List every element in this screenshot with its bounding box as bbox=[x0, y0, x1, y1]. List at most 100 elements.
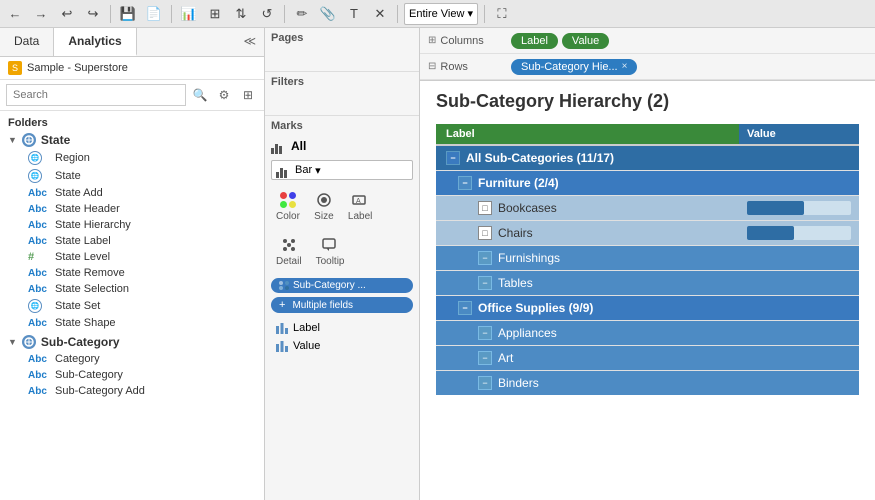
rows-shelf: ⊟ Rows Sub-Category Hie... × bbox=[420, 54, 875, 80]
add-chart-button[interactable]: 📊 bbox=[178, 3, 200, 25]
hier-row-binders[interactable]: − Binders bbox=[436, 371, 859, 395]
new-button[interactable]: 📄 bbox=[143, 3, 165, 25]
group-header-subcategory[interactable]: ▼ Sub-Category bbox=[0, 333, 264, 351]
label-button[interactable]: A Label bbox=[343, 188, 377, 225]
hier-row-bookcases[interactable]: □ Bookcases bbox=[436, 196, 859, 221]
bar-fill-chairs bbox=[747, 226, 794, 240]
right-panel: ⊞ Columns Label Value ⊟ Rows bbox=[420, 28, 875, 500]
undo-button[interactable]: ↩ bbox=[56, 3, 78, 25]
field-subcategory[interactable]: Abc Sub-Category bbox=[0, 367, 264, 383]
field-type-icon-state-add: Abc bbox=[28, 188, 50, 199]
hier-row-tables[interactable]: − Tables bbox=[436, 271, 859, 296]
field-state[interactable]: 🌐 State bbox=[0, 167, 264, 185]
hier-value-all bbox=[739, 146, 859, 170]
hier-toggle-binders[interactable]: − bbox=[478, 376, 492, 390]
size-button[interactable]: Size bbox=[309, 188, 339, 225]
hier-toggle-furnishings[interactable]: − bbox=[478, 251, 492, 265]
hier-row-art[interactable]: − Art bbox=[436, 346, 859, 371]
field-state-selection[interactable]: Abc State Selection bbox=[0, 281, 264, 297]
field-label-state-add: State Add bbox=[55, 187, 103, 199]
tab-analytics[interactable]: Analytics bbox=[54, 28, 136, 56]
field-type-icon-subcategory: Abc bbox=[28, 370, 50, 381]
hier-toggle-appliances[interactable]: − bbox=[478, 326, 492, 340]
marks-type-bar-icon bbox=[276, 162, 292, 178]
field-state-header[interactable]: Abc State Header bbox=[0, 201, 264, 217]
sep5 bbox=[484, 5, 485, 23]
marks-type-dropdown-arrow: ▾ bbox=[315, 164, 321, 177]
paperclip-button[interactable]: 📎 bbox=[317, 3, 339, 25]
view-toggle-button[interactable]: ⊞ bbox=[238, 85, 258, 105]
hier-toggle-chairs[interactable]: □ bbox=[478, 226, 492, 240]
field-type-icon-state-level: # bbox=[28, 251, 50, 263]
marks-pill-multiple[interactable]: + Multiple fields bbox=[271, 297, 413, 313]
hier-row-office[interactable]: − Office Supplies (9/9) bbox=[436, 296, 859, 321]
tab-data[interactable]: Data bbox=[0, 28, 54, 56]
hier-text-binders: Binders bbox=[498, 376, 539, 390]
marks-type-select[interactable]: Bar ▾ bbox=[271, 160, 413, 180]
field-type-icon-state-selection: Abc bbox=[28, 284, 50, 295]
field-state-shape[interactable]: Abc State Shape bbox=[0, 315, 264, 331]
sep3 bbox=[284, 5, 285, 23]
field-subcategory-add[interactable]: Abc Sub-Category Add bbox=[0, 383, 264, 399]
hier-value-chairs bbox=[739, 221, 859, 245]
marks-pill-subcategory-label: Sub-Category ... bbox=[293, 280, 405, 291]
columns-pill-label[interactable]: Label bbox=[511, 33, 558, 49]
field-type-icon-state-shape: Abc bbox=[28, 318, 50, 329]
hier-toggle-furniture[interactable]: − bbox=[458, 176, 472, 190]
detail-icon bbox=[279, 236, 299, 254]
field-region[interactable]: 🌐 Region bbox=[0, 149, 264, 167]
hier-value-tables bbox=[739, 271, 859, 295]
data-source-label: Sample - Superstore bbox=[27, 62, 128, 74]
marks-title: Marks bbox=[271, 120, 413, 132]
back-button[interactable]: ← bbox=[4, 3, 26, 25]
field-state-add[interactable]: Abc State Add bbox=[0, 185, 264, 201]
field-category[interactable]: Abc Category bbox=[0, 351, 264, 367]
table-button[interactable]: ⊞ bbox=[204, 3, 226, 25]
pen-button[interactable]: ✏ bbox=[291, 3, 313, 25]
marks-field-label[interactable]: Label bbox=[271, 319, 413, 337]
search-input[interactable] bbox=[6, 84, 186, 106]
hier-row-appliances[interactable]: − Appliances bbox=[436, 321, 859, 346]
field-state-remove[interactable]: Abc State Remove bbox=[0, 265, 264, 281]
marks-field-value[interactable]: Value bbox=[271, 337, 413, 355]
rows-pill-hierarchy[interactable]: Sub-Category Hie... × bbox=[511, 59, 637, 75]
field-state-hierarchy[interactable]: Abc State Hierarchy bbox=[0, 217, 264, 233]
clear-button[interactable]: ✕ bbox=[369, 3, 391, 25]
sort-asc-button[interactable]: ⇅ bbox=[230, 3, 252, 25]
rows-pill-x[interactable]: × bbox=[622, 61, 628, 72]
hier-row-furnishings[interactable]: − Furnishings bbox=[436, 246, 859, 271]
color-button[interactable]: Color bbox=[271, 188, 305, 225]
hier-toggle-all[interactable]: − bbox=[446, 151, 460, 165]
view-dropdown[interactable]: Entire View ▾ bbox=[404, 3, 478, 25]
panel-collapse-button[interactable]: ≪ bbox=[235, 28, 264, 56]
save-button[interactable]: 💾 bbox=[117, 3, 139, 25]
hier-row-all[interactable]: − All Sub-Categories (11/17) bbox=[436, 146, 859, 171]
field-state-level[interactable]: # State Level bbox=[0, 249, 264, 265]
hier-text-all: All Sub-Categories (11/17) bbox=[466, 151, 614, 165]
hier-toggle-art[interactable]: − bbox=[478, 351, 492, 365]
columns-pill-value[interactable]: Value bbox=[562, 33, 609, 49]
fit-button[interactable]: ⛶ bbox=[491, 3, 513, 25]
marks-pill-subcategory[interactable]: Sub-Category ... bbox=[271, 278, 413, 293]
hier-toggle-bookcases[interactable]: □ bbox=[478, 201, 492, 215]
hier-toggle-office[interactable]: − bbox=[458, 301, 472, 315]
tooltip-button[interactable]: Tooltip bbox=[311, 233, 350, 270]
group-header-state[interactable]: ▼ State bbox=[0, 131, 264, 149]
search-button[interactable]: 🔍 bbox=[190, 85, 210, 105]
sep1 bbox=[110, 5, 111, 23]
hier-label-office: − Office Supplies (9/9) bbox=[436, 296, 739, 320]
redo-button[interactable]: ↪ bbox=[82, 3, 104, 25]
refresh-button[interactable]: ↺ bbox=[256, 3, 278, 25]
field-state-label[interactable]: Abc State Label bbox=[0, 233, 264, 249]
hier-row-chairs[interactable]: □ Chairs bbox=[436, 221, 859, 246]
forward-button[interactable]: → bbox=[30, 3, 52, 25]
data-source[interactable]: S Sample - Superstore bbox=[0, 57, 264, 80]
hier-row-furniture[interactable]: − Furniture (2/4) bbox=[436, 171, 859, 196]
filter-button[interactable]: ⚙ bbox=[214, 85, 234, 105]
field-state-set[interactable]: 🌐 State Set bbox=[0, 297, 264, 315]
text-button[interactable]: T bbox=[343, 3, 365, 25]
hier-toggle-tables[interactable]: − bbox=[478, 276, 492, 290]
detail-button[interactable]: Detail bbox=[271, 233, 307, 270]
view-dropdown-arrow: ▾ bbox=[467, 7, 473, 20]
group-triangle-state: ▼ bbox=[8, 135, 17, 145]
